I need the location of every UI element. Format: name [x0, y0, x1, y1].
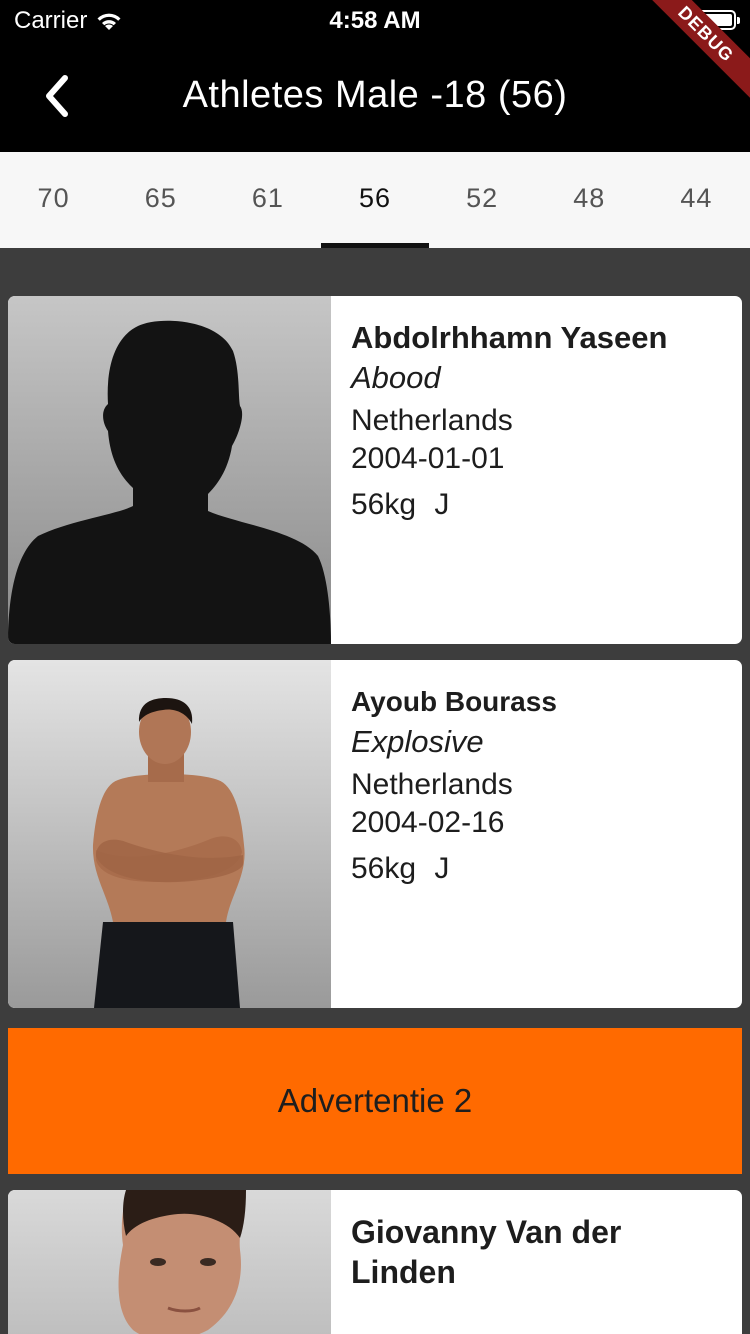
athlete-country: Netherlands	[351, 404, 513, 437]
status-bar: Carrier 4:58 AM	[0, 0, 750, 40]
tab-61[interactable]: 61	[214, 152, 321, 248]
tab-label: 70	[37, 183, 70, 213]
tab-label: 56	[358, 183, 392, 213]
athlete-card[interactable]: Giovanny Van der Linden	[8, 1190, 742, 1334]
athlete-dob: 2004-01-01	[351, 442, 505, 475]
weight-class-tabs: 70 65 61 56 52 48 44	[0, 152, 750, 248]
athlete-weight: 56kg	[351, 852, 417, 885]
tab-56[interactable]: 56	[321, 152, 429, 248]
ad-label: Advertentie 2	[277, 1082, 473, 1119]
athlete-card[interactable]: Abdolrhhamn Yaseen Abood Netherlands 200…	[8, 296, 742, 644]
athlete-nickname: Explosive	[351, 724, 484, 759]
tab-label: 65	[144, 183, 177, 213]
tab-label: 61	[251, 183, 284, 213]
athlete-name: Abdolrhhamn Yaseen	[351, 320, 668, 355]
athlete-category: J	[434, 488, 450, 521]
athlete-name: Ayoub Bourass	[351, 686, 557, 717]
athlete-weight-row: 56kg J	[351, 488, 722, 522]
status-time: 4:58 AM	[329, 7, 421, 34]
ad-banner[interactable]: Advertentie 2	[8, 1028, 742, 1174]
athlete-card[interactable]: Ayoub Bourass Explosive Netherlands 2004…	[8, 660, 742, 1008]
athlete-dob: 2004-02-16	[351, 806, 505, 839]
tab-label: 48	[573, 183, 606, 213]
tab-44[interactable]: 44	[643, 152, 750, 248]
athlete-category: J	[434, 852, 450, 885]
athlete-list: Abdolrhhamn Yaseen Abood Netherlands 200…	[0, 248, 750, 1334]
athlete-photo-placeholder	[8, 296, 331, 644]
athlete-nickname: Abood	[351, 360, 441, 395]
tab-48[interactable]: 48	[536, 152, 643, 248]
athlete-country: Netherlands	[351, 768, 513, 801]
tab-70[interactable]: 70	[0, 152, 107, 248]
tab-label: 44	[680, 183, 713, 213]
athlete-photo	[8, 660, 331, 1008]
tab-65[interactable]: 65	[107, 152, 214, 248]
tab-label: 52	[466, 183, 499, 213]
athlete-photo	[8, 1190, 331, 1334]
athlete-name: Giovanny Van der Linden	[351, 1214, 622, 1290]
app-bar: Athletes Male -18 (56)	[0, 40, 750, 152]
tab-52[interactable]: 52	[429, 152, 536, 248]
page-title: Athletes Male -18 (56)	[182, 74, 568, 116]
athlete-weight: 56kg	[351, 488, 417, 521]
athlete-weight-row: 56kg J	[351, 852, 722, 886]
